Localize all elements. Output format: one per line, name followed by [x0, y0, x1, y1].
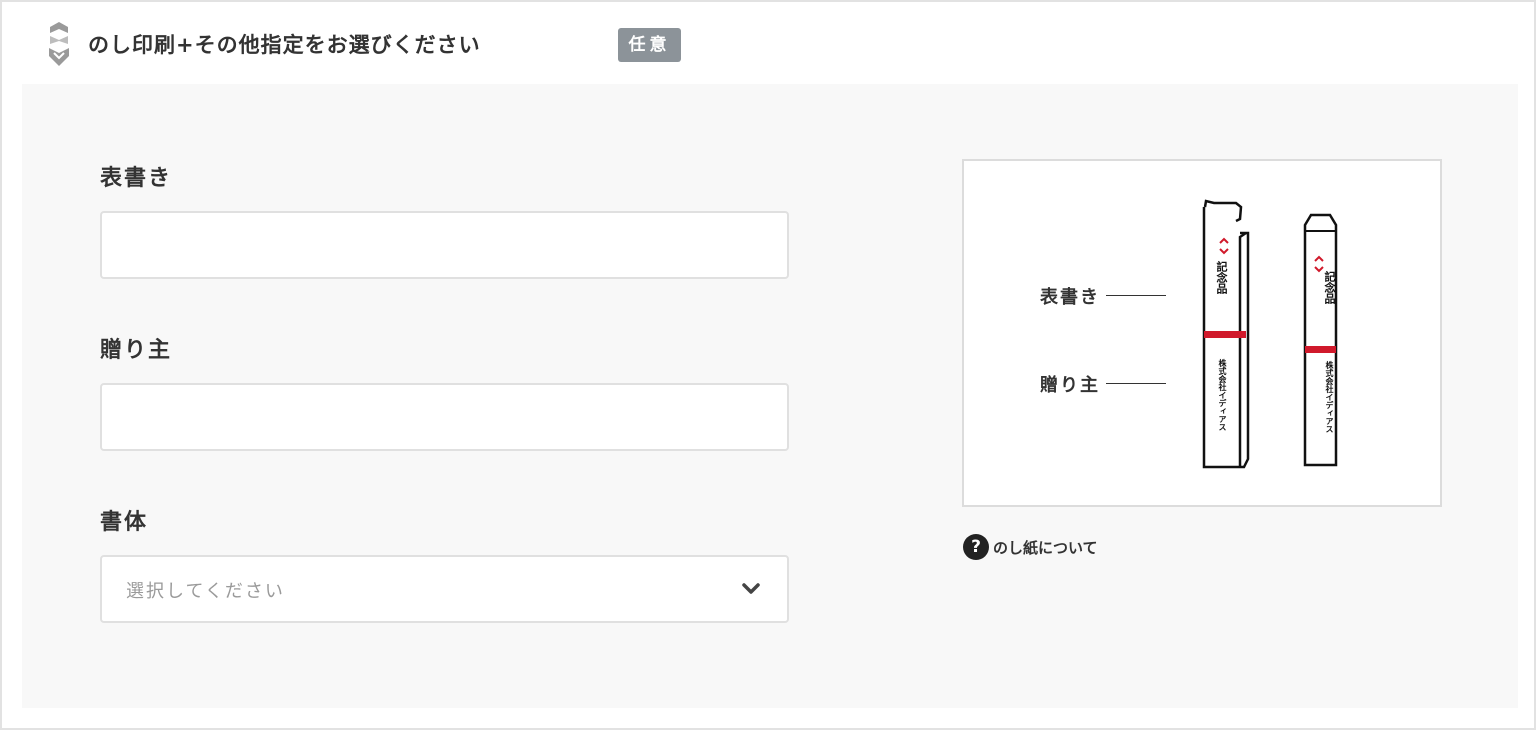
omotegaki-input[interactable]: [100, 211, 789, 279]
section-title: のし印刷+その他指定をお選びください: [88, 33, 481, 57]
shotai-label: 書体: [100, 510, 149, 535]
okurinushi-label: 贈り主: [100, 338, 173, 363]
section-header: のし印刷+その他指定をお選びください 任意: [42, 20, 742, 68]
box-text-kinenhin-left: 記念品: [1215, 261, 1228, 294]
shotai-select-value: 選択してください: [126, 581, 285, 602]
form-panel: 表書き 贈り主 書体 選択してください 表書き 贈り主 記念品 株式会社イディア…: [22, 84, 1518, 708]
noshi-logo-icon: [49, 22, 69, 66]
question-circle-icon: ?: [963, 534, 989, 560]
okurinushi-input[interactable]: [100, 383, 789, 451]
omotegaki-label: 表書き: [100, 166, 173, 191]
optional-badge: 任意: [618, 28, 681, 62]
noshi-help-link[interactable]: ? のし紙について: [963, 534, 1163, 564]
illus-leader-line: [1106, 295, 1166, 296]
noshi-help-text: のし紙について: [993, 539, 1098, 557]
illus-label-omotegaki: 表書き: [1040, 287, 1100, 308]
form-section: のし印刷+その他指定をお選びください 任意 表書き 贈り主 書体 選択してくださ…: [0, 0, 1536, 730]
shotai-select[interactable]: 選択してください: [100, 555, 789, 623]
box-text-kinenhin-right: 記念品: [1323, 271, 1336, 304]
noshi-box-drawing: [1202, 199, 1338, 469]
chevron-down-icon: [742, 583, 760, 594]
noshi-illustration: 表書き 贈り主 記念品 株式会社イディアス 記念品 株式会社イディアス: [962, 159, 1442, 507]
illus-label-okurinushi: 贈り主: [1040, 375, 1100, 396]
box-text-company-right: 株式会社イディアス: [1325, 361, 1334, 433]
illus-leader-line: [1106, 383, 1166, 384]
box-text-company-left: 株式会社イディアス: [1218, 359, 1227, 431]
